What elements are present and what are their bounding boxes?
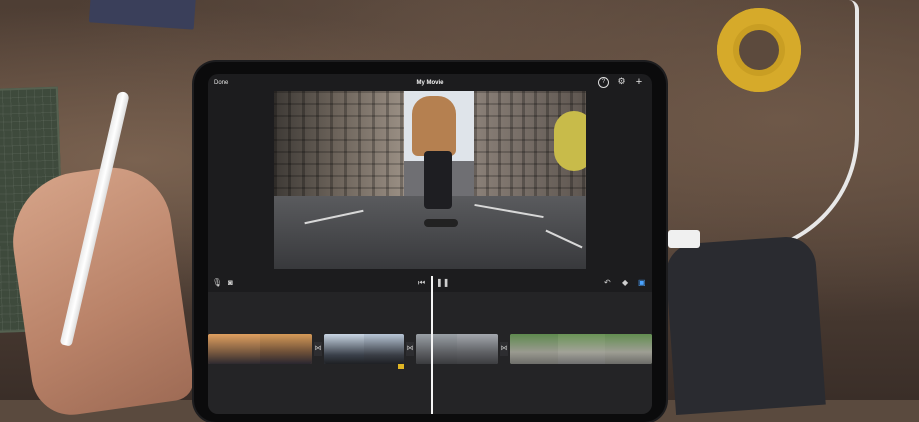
- question-circle-icon[interactable]: ?: [598, 77, 609, 88]
- timeline-clip-park-trees[interactable]: [510, 334, 652, 364]
- skip-back-icon[interactable]: ⏮: [418, 277, 425, 289]
- second-skater: [554, 111, 586, 171]
- gear-icon[interactable]: ⚙: [617, 77, 626, 86]
- video-preview[interactable]: [274, 91, 586, 269]
- pause-icon[interactable]: ❚❚: [436, 277, 449, 289]
- clip-frame: [558, 334, 605, 364]
- keyframe-icon[interactable]: ◆: [622, 277, 628, 289]
- microphone-icon[interactable]: 🎙: [212, 277, 222, 289]
- plus-icon[interactable]: +: [634, 77, 644, 88]
- camera-icon[interactable]: ◙: [228, 277, 233, 289]
- timeline-clip-city-road[interactable]: [416, 334, 498, 364]
- audio-marker: [398, 364, 404, 369]
- transition-icon[interactable]: ⋈: [406, 342, 414, 356]
- timeline-clip-street-sunset[interactable]: [208, 334, 312, 364]
- skater-legs: [424, 151, 452, 209]
- usb-c-plug: [668, 230, 700, 248]
- transition-icon[interactable]: ⋈: [500, 342, 508, 356]
- top-toolbar: Done My Movie ? ⚙ +: [208, 74, 652, 92]
- clip-frame: [364, 334, 404, 364]
- timeline[interactable]: ⋈ ⋈ ⋈: [208, 276, 652, 414]
- clip-frame: [208, 334, 260, 364]
- ipad-device: Done My Movie ? ⚙ + 🎙 ◙ ⏮ ❚❚ ↶ ◆ ▣ ⋈ ⋈ ⋈: [194, 62, 666, 422]
- playhead[interactable]: [431, 276, 433, 414]
- edit-icon[interactable]: ▣: [638, 277, 646, 289]
- lane-marking: [545, 229, 583, 249]
- playback-controls: 🎙 ◙ ⏮ ❚❚ ↶ ◆ ▣: [208, 277, 652, 291]
- clip-frame: [457, 334, 498, 364]
- person-arm: [664, 234, 826, 416]
- clip-frame: [605, 334, 652, 364]
- buildings-left: [274, 91, 404, 201]
- clip-frame: [260, 334, 312, 364]
- lane-marking: [304, 209, 364, 225]
- toolbar-icons: ? ⚙ +: [598, 77, 644, 88]
- timeline-clip-skateboarders[interactable]: [324, 334, 404, 364]
- clip-frame: [324, 334, 364, 364]
- project-title: My Movie: [416, 80, 444, 86]
- clip-frame: [510, 334, 558, 364]
- transition-icon[interactable]: ⋈: [314, 342, 322, 356]
- imovie-screen: Done My Movie ? ⚙ + 🎙 ◙ ⏮ ❚❚ ↶ ◆ ▣ ⋈ ⋈ ⋈: [208, 74, 652, 414]
- undo-icon[interactable]: ↶: [604, 277, 611, 289]
- lane-marking: [474, 203, 544, 219]
- skateboard: [424, 219, 458, 227]
- skater-torso: [412, 96, 456, 156]
- clip-frame: [416, 334, 457, 364]
